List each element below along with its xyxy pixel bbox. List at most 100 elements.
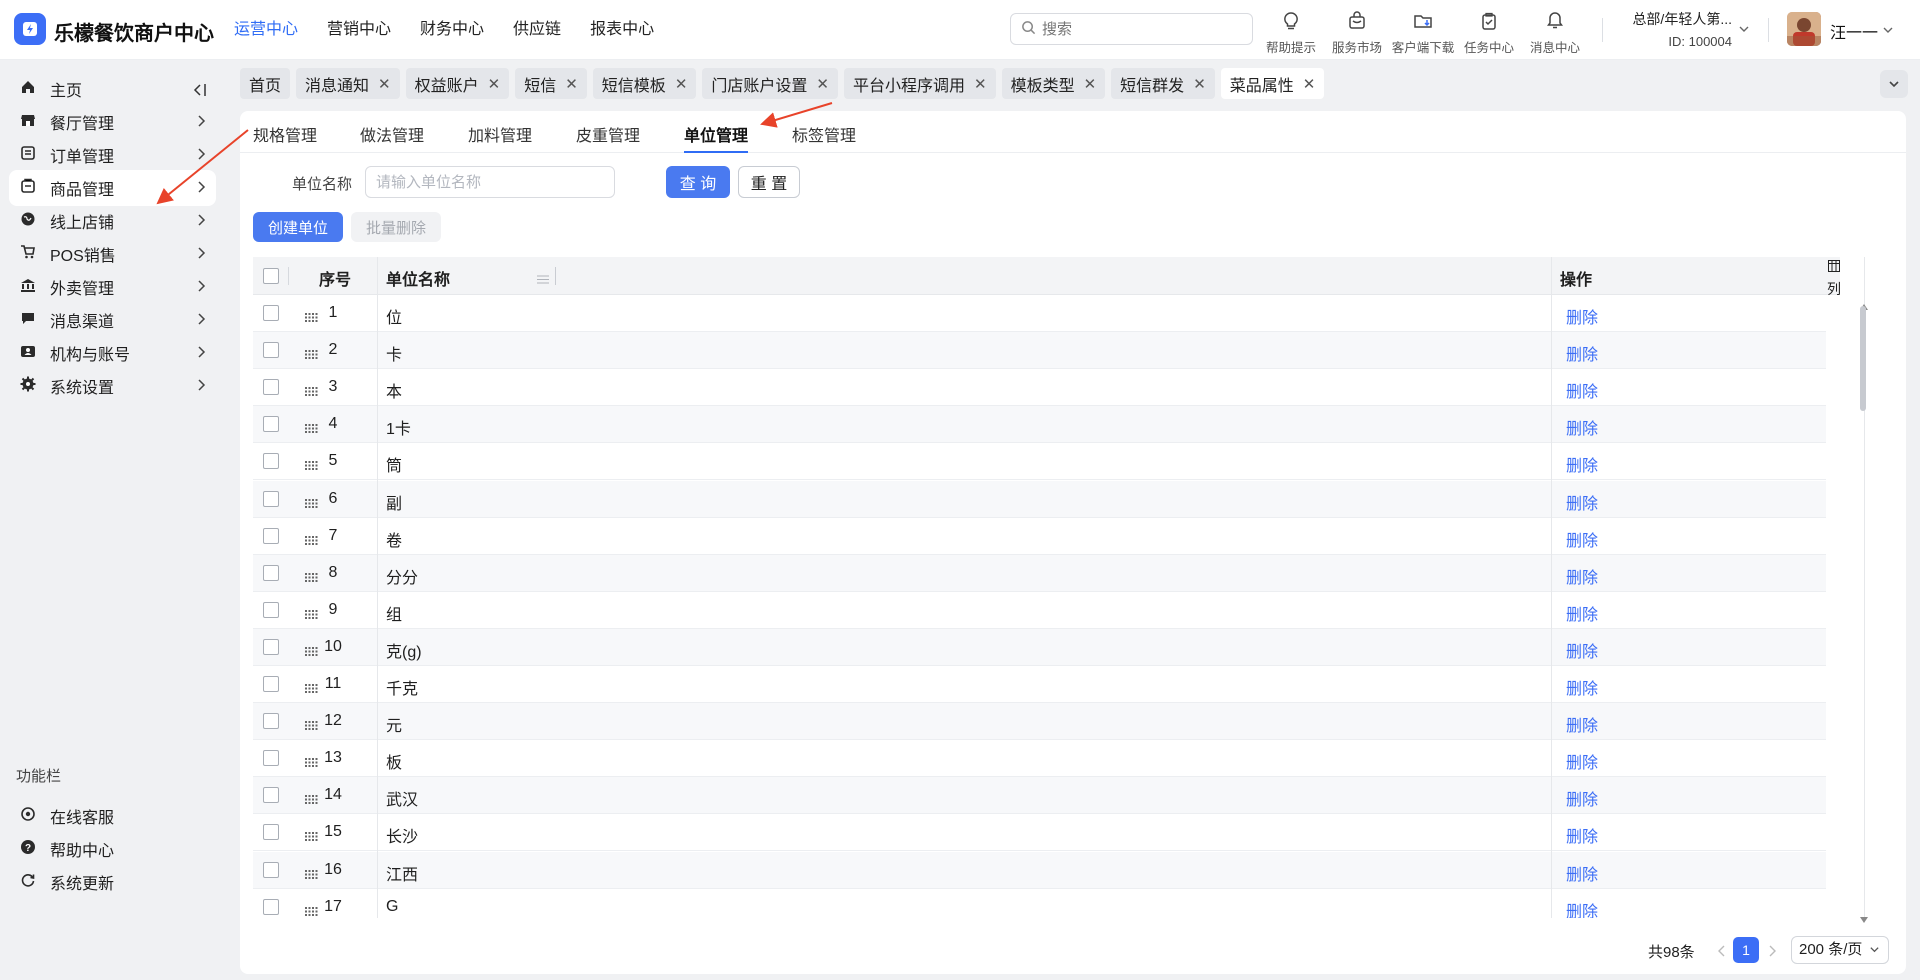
delete-link[interactable]: 删除 bbox=[1566, 527, 1598, 551]
sidebar-item[interactable]: 系统设置 bbox=[9, 368, 216, 404]
close-icon[interactable]: ✕ bbox=[974, 75, 987, 93]
sub-tab[interactable]: 规格管理 bbox=[253, 122, 317, 146]
page-tab[interactable]: 短信群发 ✕ bbox=[1111, 68, 1215, 99]
app-logo[interactable] bbox=[14, 13, 46, 45]
chevron-down-icon[interactable] bbox=[1738, 22, 1750, 40]
sidebar-item[interactable]: 餐厅管理 bbox=[9, 104, 216, 140]
delete-link[interactable]: 删除 bbox=[1566, 898, 1598, 918]
row-checkbox[interactable] bbox=[263, 601, 279, 618]
sidebar-item[interactable]: 主页 bbox=[9, 71, 216, 107]
delete-link[interactable]: 删除 bbox=[1566, 823, 1598, 847]
row-checkbox[interactable] bbox=[263, 564, 279, 581]
sub-tab[interactable]: 标签管理 bbox=[792, 122, 856, 146]
top-nav-item[interactable]: 财务中心 bbox=[420, 0, 484, 60]
column-resize-icon[interactable] bbox=[537, 271, 549, 289]
sidebar-item[interactable]: POS销售 bbox=[9, 236, 216, 272]
top-nav-item[interactable]: 报表中心 bbox=[590, 0, 654, 60]
delete-link[interactable]: 删除 bbox=[1566, 601, 1598, 625]
tool-clipboard-check[interactable]: 任务中心 bbox=[1456, 8, 1522, 56]
sidebar-item[interactable]: 线上店铺 bbox=[9, 203, 216, 239]
row-checkbox[interactable] bbox=[263, 638, 279, 655]
delete-link[interactable]: 删除 bbox=[1566, 304, 1598, 328]
row-checkbox[interactable] bbox=[263, 750, 279, 767]
tool-shop-bag[interactable]: 服务市场 bbox=[1324, 8, 1390, 56]
top-nav-item[interactable]: 运营中心 bbox=[234, 0, 298, 60]
close-icon[interactable]: ✕ bbox=[1193, 75, 1206, 93]
row-checkbox[interactable] bbox=[263, 379, 279, 396]
sub-tab[interactable]: 做法管理 bbox=[360, 122, 424, 146]
avatar[interactable] bbox=[1787, 12, 1821, 46]
next-page-icon[interactable] bbox=[1767, 944, 1777, 962]
chevron-down-icon[interactable] bbox=[1882, 23, 1894, 41]
tabs-more-button[interactable] bbox=[1880, 70, 1908, 98]
sidebar-bottom-item[interactable]: 系统更新 bbox=[9, 864, 216, 900]
collapse-sidebar-icon[interactable] bbox=[191, 83, 207, 102]
sidebar-bottom-item[interactable]: 在线客服 bbox=[9, 798, 216, 834]
reset-button[interactable]: 重 置 bbox=[738, 166, 800, 198]
scroll-down-icon[interactable] bbox=[1860, 910, 1868, 928]
page-tab[interactable]: 门店账户设置 ✕ bbox=[702, 68, 838, 99]
table-scrollbar[interactable] bbox=[1860, 306, 1866, 411]
close-icon[interactable]: ✕ bbox=[378, 75, 391, 93]
row-checkbox[interactable] bbox=[263, 824, 279, 841]
close-icon[interactable]: ✕ bbox=[1303, 75, 1316, 93]
close-icon[interactable]: ✕ bbox=[1084, 75, 1097, 93]
org-switcher[interactable]: 总部/年轻人第... ID: 100004 bbox=[1622, 9, 1732, 49]
delete-link[interactable]: 删除 bbox=[1566, 638, 1598, 662]
select-all-checkbox[interactable] bbox=[263, 268, 279, 284]
close-icon[interactable]: ✕ bbox=[488, 75, 501, 93]
top-nav-item[interactable]: 营销中心 bbox=[327, 0, 391, 60]
page-tab[interactable]: 消息通知 ✕ bbox=[296, 68, 400, 99]
row-checkbox[interactable] bbox=[263, 713, 279, 730]
row-checkbox[interactable] bbox=[263, 453, 279, 470]
delete-link[interactable]: 删除 bbox=[1566, 452, 1598, 476]
prev-page-icon[interactable] bbox=[1717, 944, 1727, 962]
row-checkbox[interactable] bbox=[263, 416, 279, 433]
user-name[interactable]: 汪一一 bbox=[1830, 19, 1878, 43]
tool-lightbulb[interactable]: 帮助提示 bbox=[1258, 8, 1324, 56]
row-checkbox[interactable] bbox=[263, 527, 279, 544]
close-icon[interactable]: ✕ bbox=[565, 75, 578, 93]
page-tab[interactable]: 首页 bbox=[240, 68, 291, 99]
page-tab[interactable]: 短信 ✕ bbox=[515, 68, 587, 99]
delete-link[interactable]: 删除 bbox=[1566, 564, 1598, 588]
sub-tab[interactable]: 皮重管理 bbox=[576, 122, 640, 146]
row-checkbox[interactable] bbox=[263, 490, 279, 507]
row-checkbox[interactable] bbox=[263, 861, 279, 878]
row-checkbox[interactable] bbox=[263, 305, 279, 321]
row-checkbox[interactable] bbox=[263, 898, 279, 915]
tool-folder-download[interactable]: 客户端下载 bbox=[1390, 8, 1456, 56]
delete-link[interactable]: 删除 bbox=[1566, 415, 1598, 439]
delete-link[interactable]: 删除 bbox=[1566, 675, 1598, 699]
delete-link[interactable]: 删除 bbox=[1566, 712, 1598, 736]
delete-link[interactable]: 删除 bbox=[1566, 749, 1598, 773]
close-icon[interactable]: ✕ bbox=[816, 75, 829, 93]
page-tab[interactable]: 平台小程序调用 ✕ bbox=[843, 68, 996, 99]
sidebar-item[interactable]: 订单管理 bbox=[9, 137, 216, 173]
sidebar-item[interactable]: 外卖管理 bbox=[9, 269, 216, 305]
row-checkbox[interactable] bbox=[263, 342, 279, 359]
page-tab[interactable]: 权益账户 ✕ bbox=[405, 68, 510, 99]
row-checkbox[interactable] bbox=[263, 676, 279, 692]
sidebar-bottom-item[interactable]: ? 帮助中心 bbox=[9, 831, 216, 867]
delete-link[interactable]: 删除 bbox=[1566, 378, 1598, 402]
batch-delete-button[interactable]: 批量删除 bbox=[351, 212, 441, 242]
delete-link[interactable]: 删除 bbox=[1566, 861, 1598, 885]
query-button[interactable]: 查 询 bbox=[666, 166, 730, 198]
sidebar-item[interactable]: 机构与账号 bbox=[9, 335, 216, 371]
close-icon[interactable]: ✕ bbox=[675, 75, 688, 93]
page-size-select[interactable]: 200 条/页 bbox=[1791, 936, 1889, 964]
page-tab[interactable]: 模板类型 ✕ bbox=[1001, 68, 1106, 99]
sub-tab[interactable]: 单位管理 bbox=[684, 122, 749, 153]
sidebar-item[interactable]: 消息渠道 bbox=[9, 302, 216, 338]
delete-link[interactable]: 删除 bbox=[1566, 341, 1598, 365]
unit-name-input[interactable] bbox=[365, 166, 615, 198]
search-box[interactable] bbox=[1010, 13, 1253, 45]
search-input[interactable] bbox=[1042, 20, 1232, 38]
row-checkbox[interactable] bbox=[263, 787, 279, 804]
delete-link[interactable]: 删除 bbox=[1566, 490, 1598, 514]
page-1-button[interactable]: 1 bbox=[1733, 937, 1759, 963]
column-setting-button[interactable]: 列 bbox=[1823, 259, 1845, 299]
create-unit-button[interactable]: 创建单位 bbox=[253, 212, 343, 242]
sidebar-item[interactable]: 商品管理 bbox=[9, 170, 216, 206]
